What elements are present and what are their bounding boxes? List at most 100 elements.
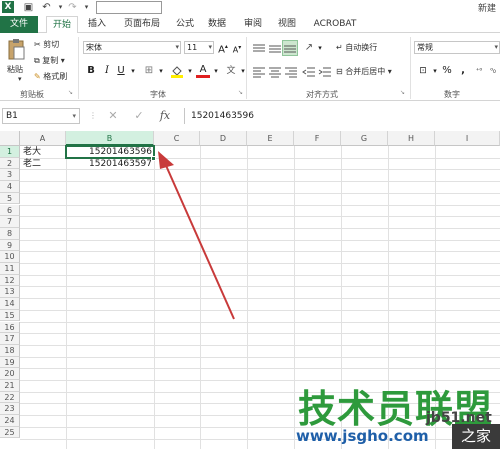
row-header-15[interactable]: 15 (0, 309, 20, 322)
redo-icon[interactable]: ↷ (66, 1, 79, 14)
column-header-e[interactable]: E (247, 131, 294, 146)
decrease-decimal-icon[interactable]: ⁰₀ (486, 64, 500, 78)
column-header-f[interactable]: F (294, 131, 341, 146)
shrink-font-button[interactable]: A▾ (230, 41, 244, 55)
row-header-14[interactable]: 14 (0, 298, 20, 310)
tab-review[interactable]: 审阅 (240, 16, 266, 33)
name-box[interactable]: B1 ▾ (2, 108, 80, 124)
column-header-d[interactable]: D (200, 131, 247, 146)
row-header-17[interactable]: 17 (0, 333, 20, 345)
column-header-g[interactable]: G (341, 131, 388, 146)
customize-quick-access-icon[interactable]: ▾ (80, 1, 93, 14)
row-header-8[interactable]: 8 (0, 227, 20, 240)
row-header-5[interactable]: 5 (0, 192, 20, 205)
tab-file[interactable]: 文件 (0, 16, 38, 33)
cell-a1[interactable]: 老大 (23, 146, 41, 158)
insert-function-button[interactable]: fx (158, 109, 172, 123)
column-header-h[interactable]: H (388, 131, 435, 146)
row-header-3[interactable]: 3 (0, 169, 20, 182)
paste-icon[interactable] (6, 39, 26, 61)
fill-color-icon[interactable] (170, 64, 184, 78)
orientation-dropdown-icon[interactable]: ▾ (313, 41, 327, 55)
increase-decimal-icon[interactable]: ⁺⁰ (472, 64, 486, 78)
align-middle-icon[interactable] (268, 43, 282, 55)
tab-home[interactable]: 开始 (46, 16, 78, 34)
column-header-i[interactable]: I (435, 131, 500, 146)
comma-button[interactable]: , (456, 64, 470, 78)
more-icon: ⋮ (89, 111, 97, 120)
row-header-23[interactable]: 23 (0, 403, 20, 416)
row-header-7[interactable]: 7 (0, 216, 20, 228)
undo-icon[interactable]: ↶ (40, 1, 53, 14)
save-icon[interactable]: ▣ (22, 1, 35, 14)
align-left-icon[interactable] (252, 66, 266, 78)
row-header-21[interactable]: 21 (0, 380, 20, 392)
tab-formulas[interactable]: 公式 (172, 16, 198, 33)
row-header-22[interactable]: 22 (0, 391, 20, 404)
row-header-13[interactable]: 13 (0, 286, 20, 299)
font-launcher-icon[interactable]: ↘ (238, 89, 243, 96)
row-header-12[interactable]: 12 (0, 274, 20, 287)
row-header-6[interactable]: 6 (0, 204, 20, 217)
font-size-select[interactable]: 11 ▾ (184, 41, 214, 54)
row-header-16[interactable]: 16 (0, 321, 20, 334)
column-header-c[interactable]: C (154, 131, 200, 146)
align-bottom-button[interactable] (282, 40, 298, 56)
percent-button[interactable]: % (440, 64, 454, 78)
decrease-indent-icon[interactable] (302, 66, 316, 78)
row-header-10[interactable]: 10 (0, 251, 20, 263)
formula-input[interactable]: 15201463596 (184, 108, 500, 124)
row-header-25[interactable]: 25 (0, 426, 20, 439)
tab-view[interactable]: 视图 (274, 16, 300, 33)
italic-button[interactable]: I (100, 64, 114, 78)
row-header-18[interactable]: 18 (0, 344, 20, 357)
font-color-button[interactable]: A (196, 63, 210, 78)
paste-button[interactable]: 粘贴 (7, 64, 23, 75)
excel-logo-icon: X (2, 1, 14, 13)
column-header-a[interactable]: A (20, 131, 66, 146)
row-header-24[interactable]: 24 (0, 415, 20, 427)
chevron-down-icon: ▾ (175, 43, 179, 51)
row-header-11[interactable]: 11 (0, 263, 20, 275)
bold-button[interactable]: B (84, 64, 98, 78)
cut-button[interactable]: ✂ 剪切 (34, 39, 59, 50)
font-color-dropdown-icon[interactable]: ▾ (209, 64, 223, 78)
row-header-1[interactable]: 1 (0, 146, 20, 158)
column-header-b[interactable]: B (66, 131, 154, 146)
row-header-20[interactable]: 20 (0, 368, 20, 380)
font-name-select[interactable]: 宋体 ▾ (83, 41, 181, 54)
merge-center-button[interactable]: ⊟ 合并后居中 ▾ (336, 66, 392, 77)
underline-dropdown-icon[interactable]: ▾ (126, 64, 140, 78)
align-center-icon[interactable] (268, 66, 282, 78)
quick-access-input[interactable] (96, 1, 162, 14)
tab-data[interactable]: 数据 (204, 16, 230, 33)
align-right-icon[interactable] (284, 66, 298, 78)
increase-indent-icon[interactable] (318, 66, 332, 78)
row-header-19[interactable]: 19 (0, 356, 20, 369)
fill-dropdown-icon[interactable]: ▾ (183, 64, 197, 78)
tab-acrobat[interactable]: ACROBAT (310, 16, 360, 33)
cell-a2[interactable]: 老二 (23, 158, 41, 170)
cancel-icon[interactable]: ✕ (106, 109, 120, 123)
clipboard-launcher-icon[interactable]: ↘ (68, 89, 73, 96)
row-header-9[interactable]: 9 (0, 239, 20, 252)
phonetic-dropdown-icon[interactable]: ▾ (236, 64, 250, 78)
number-format-select[interactable]: 常规 ▾ (414, 41, 500, 54)
enter-icon[interactable]: ✓ (132, 109, 146, 123)
wrap-text-button[interactable]: ↵ 自动换行 (336, 42, 377, 53)
copy-button[interactable]: ⧉ 复制 ▾ (34, 55, 65, 66)
select-all-button[interactable] (0, 131, 20, 146)
row-header-2[interactable]: 2 (0, 157, 20, 170)
paste-dropdown-icon[interactable]: ▾ (18, 75, 22, 83)
row-header-4[interactable]: 4 (0, 181, 20, 193)
tab-page-layout[interactable]: 页面布局 (118, 16, 166, 33)
grow-font-button[interactable]: A▴ (216, 40, 230, 55)
gridline (20, 286, 500, 288)
alignment-launcher-icon[interactable]: ↘ (400, 89, 405, 96)
tab-insert[interactable]: 插入 (84, 16, 110, 33)
format-painter-button[interactable]: ✎ 格式刷 (34, 71, 67, 82)
border-dropdown-icon[interactable]: ▾ (154, 64, 168, 78)
divider (246, 37, 247, 99)
align-top-icon[interactable] (252, 43, 266, 55)
group-label-number: 数字 (444, 90, 460, 99)
